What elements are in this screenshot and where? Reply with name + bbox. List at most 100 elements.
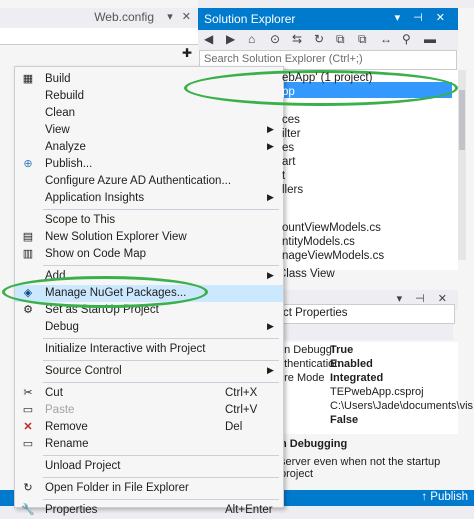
menu-item-show-on-code-map[interactable]: ▥ Show on Code Map	[15, 246, 283, 263]
property-row[interactable]: C:\Users\Jade\documents\vis	[278, 400, 473, 414]
property-row[interactable]: False	[278, 414, 458, 428]
menu-separator	[43, 338, 279, 339]
tree-item[interactable]: art	[282, 156, 295, 168]
property-name: ure Mode	[278, 372, 325, 384]
minus-icon[interactable]: ▬	[424, 32, 436, 46]
tree-item[interactable]: nageViewModels.cs	[282, 250, 384, 262]
menu-item-application-insights[interactable]: Application Insights ▶	[15, 190, 283, 207]
tab-web-config[interactable]: Web.config	[94, 10, 154, 24]
property-row[interactable]: uthentication Enabled	[278, 358, 458, 372]
menu-item-label: Clean	[45, 107, 76, 119]
menu-separator	[43, 455, 279, 456]
menu-item-remove[interactable]: ✕ Remove Del	[15, 419, 283, 436]
properties-object-selector[interactable]: ct Properties	[278, 304, 455, 324]
properties-object-name: ct Properties	[283, 307, 348, 319]
menu-item-publish[interactable]: ⊕ Publish...	[15, 156, 283, 173]
publish-button[interactable]: ↑ Publish	[421, 491, 468, 503]
property-row[interactable]: TEPwebApp.csproj	[278, 386, 458, 400]
property-description-text: server even when not the startup project	[280, 456, 441, 480]
submenu-arrow-icon: ▶	[267, 365, 274, 375]
menu-item-rename[interactable]: ▭ Rename	[15, 436, 283, 453]
menu-item-analyze[interactable]: Analyze ▶	[15, 139, 283, 156]
remove-icon: ✕	[23, 421, 33, 433]
menu-item-label: View	[45, 124, 70, 136]
solution-explorer-toolbar: ◀ ▶ ⌂ ⊙ ⇆ ↻ ⧉ ⧉ ↔ ⚲ ▬	[198, 30, 458, 50]
tree-item[interactable]: ilter	[282, 128, 301, 140]
copy-icon[interactable]: ⧉	[358, 32, 367, 47]
tree-item[interactable]: ebApp' (1 project)	[282, 72, 372, 84]
menu-separator	[43, 360, 279, 361]
tree-item[interactable]: ntityModels.cs	[282, 236, 355, 248]
code-icon[interactable]: ↔	[380, 32, 392, 46]
menu-item-label: Open Folder in File Explorer	[45, 482, 189, 494]
menu-item-paste[interactable]: ▭ Paste Ctrl+V	[15, 402, 283, 419]
menu-item-debug[interactable]: Debug ▶	[15, 319, 283, 336]
editor-plus-icon[interactable]: ✚	[182, 46, 192, 60]
code-map-icon: ▥	[22, 248, 34, 260]
tree-scrollbar-thumb[interactable]	[459, 90, 465, 150]
menu-item-label: Unload Project	[45, 460, 121, 472]
editor-navigation-bar[interactable]	[0, 28, 198, 45]
history-icon[interactable]: ⊙	[270, 32, 280, 46]
menu-separator	[43, 477, 279, 478]
tree-item[interactable]: ountViewModels.cs	[282, 222, 381, 234]
property-value: TEPwebApp.csproj	[330, 386, 424, 398]
menu-item-label: Show on Code Map	[45, 248, 147, 260]
wrench-icon[interactable]: ⚲	[402, 32, 411, 46]
tree-item[interactable]: pp	[282, 86, 295, 98]
tab-close-icon[interactable]: ▾ ✕	[167, 10, 194, 23]
collapse-icon[interactable]: ⧉	[336, 32, 345, 47]
menu-item-open-folder-in-file-explorer[interactable]: ↻ Open Folder in File Explorer	[15, 480, 283, 497]
back-icon[interactable]: ◀	[204, 32, 213, 46]
menu-item-label: Paste	[45, 404, 75, 416]
new-view-icon: ▤	[22, 231, 34, 243]
search-placeholder: Search Solution Explorer (Ctrl+;)	[204, 53, 363, 65]
menu-item-unload-project[interactable]: Unload Project	[15, 458, 283, 475]
menu-item-label: Application Insights	[45, 192, 145, 204]
menu-separator	[43, 499, 279, 500]
menu-item-label: Debug	[45, 321, 79, 333]
menu-item-clean[interactable]: Clean	[15, 105, 283, 122]
property-value: Integrated	[330, 372, 384, 384]
menu-item-shortcut: Ctrl+V	[225, 404, 258, 416]
menu-item-label: Initialize Interactive with Project	[45, 343, 206, 355]
annotation-oval-nuget	[2, 276, 208, 308]
submenu-arrow-icon: ▶	[267, 270, 274, 280]
property-row[interactable]: en Debuggi True	[278, 344, 458, 358]
document-tab-bar: Web.config ▾ ✕	[0, 8, 198, 28]
menu-item-label: Remove	[45, 421, 88, 433]
property-row[interactable]: ure Mode Integrated	[278, 372, 458, 386]
menu-item-cut[interactable]: ✂ Cut Ctrl+X	[15, 385, 283, 402]
sync-icon[interactable]: ⇆	[292, 32, 302, 46]
menu-item-source-control[interactable]: Source Control ▶	[15, 363, 283, 380]
menu-item-properties[interactable]: 🔧 Properties Alt+Enter	[15, 502, 283, 519]
tree-item[interactable]: es	[282, 142, 294, 154]
tree-item[interactable]: ces	[282, 114, 300, 126]
class-view-tab[interactable]: Class View	[278, 268, 335, 280]
property-value: C:\Users\Jade\documents\vis	[330, 400, 474, 412]
paste-icon: ▭	[22, 404, 34, 416]
solution-explorer-title-bar: Solution Explorer ▾ ⊣ ✕	[198, 8, 458, 30]
pin-close-icons[interactable]: ▾ ⊣ ✕	[395, 11, 450, 24]
menu-item-shortcut: Del	[225, 421, 243, 433]
menu-item-new-solution-explorer-view[interactable]: ▤ New Solution Explorer View	[15, 229, 283, 246]
properties-grid: en Debuggi True uthentication Enabled ure Mo…	[278, 342, 473, 434]
refresh-icon[interactable]: ↻	[314, 32, 324, 46]
menu-separator	[43, 265, 279, 266]
menu-item-scope-to-this[interactable]: Scope to This	[15, 212, 283, 229]
home-icon[interactable]: ⌂	[248, 32, 255, 46]
tree-item[interactable]: t	[282, 170, 285, 182]
menu-item-view[interactable]: View ▶	[15, 122, 283, 139]
cut-icon: ✂	[23, 387, 33, 399]
menu-item-initialize-interactive-with-project[interactable]: Initialize Interactive with Project	[15, 341, 283, 358]
tree-item[interactable]: llers	[282, 184, 303, 196]
solution-explorer-title: Solution Explorer	[204, 12, 296, 26]
menu-item-configure-azure-ad-authentication[interactable]: Configure Azure AD Authentication...	[15, 173, 283, 190]
menu-item-label: New Solution Explorer View	[45, 231, 187, 243]
submenu-arrow-icon: ▶	[267, 124, 274, 134]
menu-item-label: Source Control	[45, 365, 122, 377]
properties-toolbar	[278, 324, 453, 340]
menu-item-label: Publish...	[45, 158, 93, 170]
property-name: en Debuggi	[278, 344, 335, 356]
forward-icon[interactable]: ▶	[226, 32, 235, 46]
